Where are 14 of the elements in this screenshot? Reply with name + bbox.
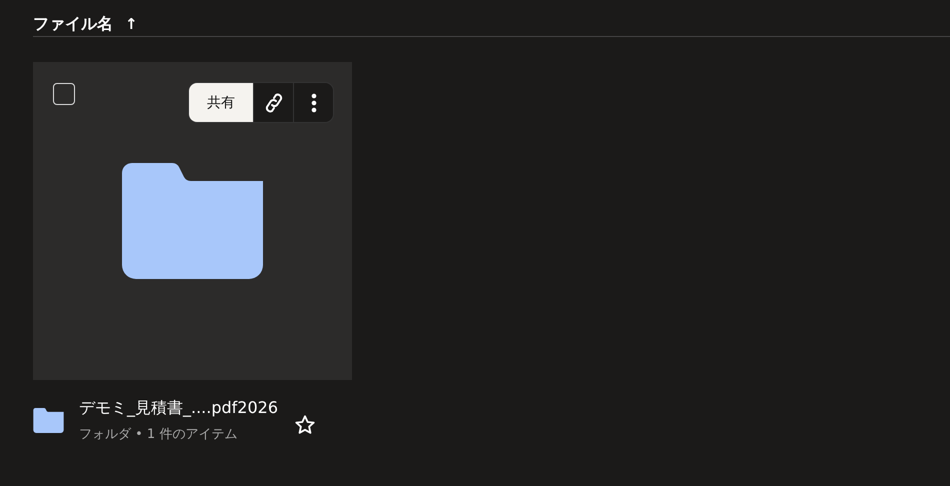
item-meta: フォルダ • 1 件のアイテム bbox=[79, 426, 238, 443]
item-name[interactable]: デモミ_見積書_....pdf2026 bbox=[79, 398, 278, 419]
share-button[interactable]: 共有 bbox=[189, 83, 253, 122]
more-icon bbox=[310, 92, 316, 112]
folder-icon bbox=[33, 408, 64, 433]
checkbox[interactable] bbox=[53, 83, 75, 105]
folder-thumbnail[interactable]: 共有 bbox=[33, 62, 352, 380]
folder-icon bbox=[122, 163, 263, 279]
link-button[interactable] bbox=[253, 83, 293, 122]
more-button[interactable] bbox=[293, 83, 333, 122]
link-icon bbox=[264, 92, 282, 114]
sort-arrow-icon[interactable]: ↑ bbox=[125, 15, 138, 33]
star-icon[interactable] bbox=[294, 414, 316, 436]
column-header[interactable]: ファイル名 bbox=[33, 14, 113, 34]
